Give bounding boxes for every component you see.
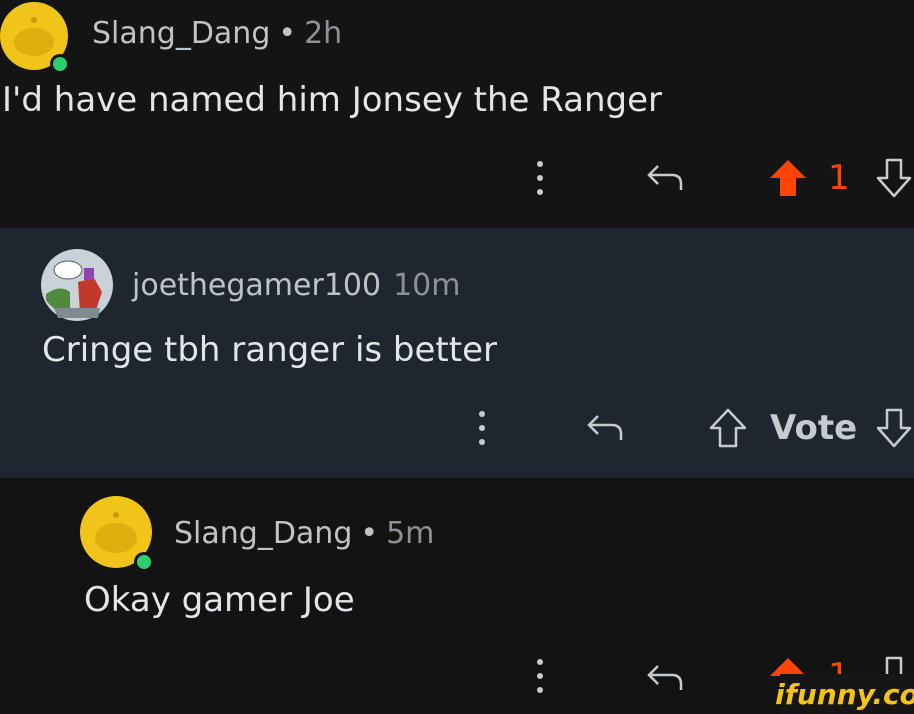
more-options-icon[interactable] <box>528 654 552 698</box>
comment-2-highlighted: joethegamer100 10m Cringe tbh ranger is b… <box>0 228 914 478</box>
user-avatar[interactable] <box>80 496 156 572</box>
reply-icon[interactable] <box>584 406 626 448</box>
timestamp: 10m <box>393 268 461 303</box>
timestamp: 2h <box>304 16 343 51</box>
separator: • <box>278 16 297 51</box>
comment-author[interactable]: Slang_Dang • 5m <box>174 516 434 551</box>
comment-1: Slang_Dang • 2h I'd have named him Jonsey … <box>0 0 914 228</box>
downvote-icon[interactable] <box>874 406 914 450</box>
user-avatar[interactable] <box>0 2 72 74</box>
ifunny-watermark: ifunny.co <box>775 674 914 714</box>
comment-body: Okay gamer Joe <box>84 580 355 620</box>
username[interactable]: joethegamer100 <box>132 268 381 303</box>
reply-icon[interactable] <box>644 656 686 698</box>
downvote-icon[interactable] <box>874 156 914 200</box>
comment-author[interactable]: joethegamer100 10m <box>132 268 461 303</box>
comment-body: I'd have named him Jonsey the Ranger <box>2 80 663 120</box>
vote-label: Vote <box>770 408 858 448</box>
more-options-icon[interactable] <box>470 406 494 450</box>
reply-icon[interactable] <box>644 156 686 198</box>
username[interactable]: Slang_Dang <box>92 16 270 51</box>
separator: • <box>360 516 379 551</box>
comment-author[interactable]: Slang_Dang • 2h <box>92 16 342 51</box>
more-options-icon[interactable] <box>528 156 552 200</box>
vote-score: 1 <box>828 158 850 198</box>
user-avatar[interactable] <box>40 248 114 322</box>
comment-body: Cringe tbh ranger is better <box>42 330 497 370</box>
upvote-icon[interactable] <box>766 156 810 200</box>
timestamp: 5m <box>386 516 435 551</box>
username[interactable]: Slang_Dang <box>174 516 352 551</box>
upvote-icon[interactable] <box>706 406 750 450</box>
